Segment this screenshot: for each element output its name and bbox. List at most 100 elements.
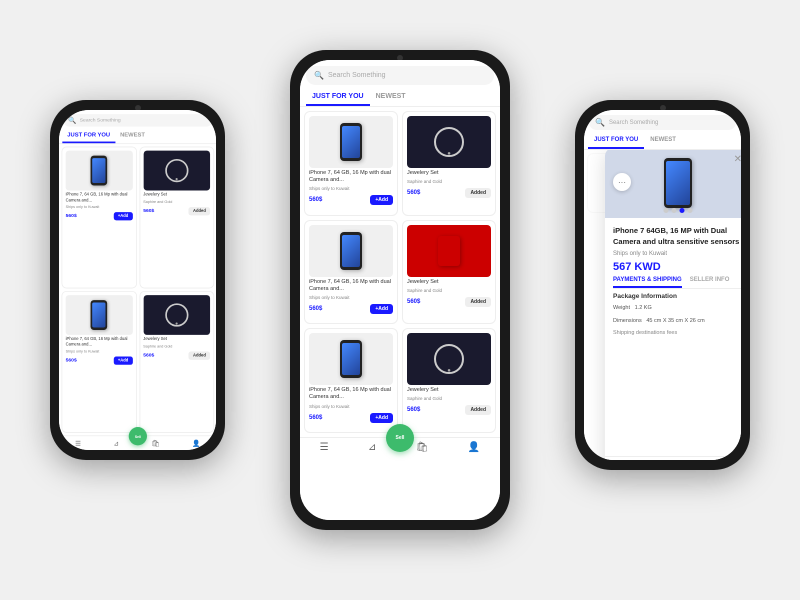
- tab-newest-right[interactable]: NEWEST: [644, 133, 682, 149]
- tab-just-for-you[interactable]: JUST FOR YOU: [306, 89, 370, 106]
- product-price: 560$: [407, 407, 420, 413]
- detail-ships: Ships only to Kuwait: [613, 251, 741, 257]
- dot-1[interactable]: [663, 208, 668, 213]
- tab-just-for-you-right[interactable]: JUST FOR YOU: [588, 133, 644, 149]
- product-name: iPhone 7, 64 GB, 16 Mp with dual Camera …: [309, 170, 393, 184]
- product-ships: Ships only to Kuwait: [66, 205, 133, 209]
- product-image: [309, 225, 393, 277]
- product-price: 560$: [309, 197, 322, 203]
- more-options-button[interactable]: ···: [613, 173, 631, 191]
- product-image: [407, 116, 491, 168]
- menu-icon[interactable]: ☰: [75, 440, 81, 447]
- add-button[interactable]: +Add: [370, 304, 393, 314]
- product-price: 560$: [309, 415, 322, 421]
- product-card-2[interactable]: Jewelery Set Saphire and Gold 560$ Added: [402, 111, 496, 216]
- tab-newest-left[interactable]: NEWEST: [115, 129, 150, 143]
- product-name: iPhone 7, 64 GB, 16 Mp with dual Camera …: [66, 192, 133, 203]
- bag-icon[interactable]: 🛍: [416, 442, 429, 453]
- filter-icon[interactable]: ⊿: [368, 442, 376, 453]
- product-card[interactable]: iPhone 7, 64 GB, 16 Mp with dual Camera …: [61, 147, 136, 289]
- package-info-heading: Package Information: [613, 293, 741, 300]
- right-phone: 🔍 Search Something JUST FOR YOU NEWEST: [575, 100, 750, 470]
- left-phone: 🔍 Search Something JUST FOR YOU NEWEST i: [50, 100, 225, 460]
- product-name: Jewelery Set: [407, 387, 491, 394]
- add-button[interactable]: Added: [465, 405, 491, 415]
- package-weight: Weight 1.2 KG: [613, 304, 741, 313]
- scene: 🔍 Search Something JUST FOR YOU NEWEST i: [20, 20, 780, 580]
- tab-just-for-you-left[interactable]: JUST FOR YOU: [62, 129, 115, 143]
- product-image: [407, 333, 491, 385]
- detail-price: 567 KWD: [613, 261, 741, 273]
- product-image: [143, 151, 210, 191]
- profile-icon[interactable]: 👤: [192, 440, 200, 447]
- product-price: 560$: [407, 190, 420, 196]
- center-phone: 🔍 Search Something JUST FOR YOU NEWEST i…: [290, 50, 510, 530]
- add-button[interactable]: Added: [189, 207, 210, 215]
- product-name: Jewelery Set: [143, 337, 210, 342]
- sell-label: Sell: [135, 434, 141, 438]
- profile-icon[interactable]: 👤: [468, 442, 480, 453]
- product-image: [66, 151, 133, 191]
- product-card[interactable]: Jewelery Set Saphire and Gold 560$ Added: [139, 291, 214, 433]
- product-ships: Ships only to Kuwait: [309, 186, 393, 191]
- product-price: 560$: [66, 214, 77, 219]
- tab-newest[interactable]: NEWEST: [370, 89, 412, 106]
- menu-icon[interactable]: ☰: [320, 442, 329, 453]
- seller-info-tab[interactable]: SELLER INFO: [690, 277, 730, 288]
- product-card-5[interactable]: iPhone 7, 64 GB, 16 Mp with dual Camera …: [304, 328, 398, 433]
- product-price: 560$: [309, 306, 322, 312]
- add-button[interactable]: +Add: [370, 195, 393, 205]
- add-button[interactable]: +Add: [114, 357, 133, 365]
- dot-2[interactable]: [671, 208, 676, 213]
- product-name: Jewelery Set: [143, 192, 210, 197]
- add-button[interactable]: +Add: [370, 413, 393, 423]
- dot-4[interactable]: [687, 208, 692, 213]
- product-card-4[interactable]: Jewelery Set Saphire and Gold 560$ Added: [402, 220, 496, 325]
- product-card-6[interactable]: Jewelery Set Saphire and Gold 560$ Added: [402, 328, 496, 433]
- product-name: Jewelery Set: [407, 279, 491, 286]
- payments-shipping-tab[interactable]: PAYMENTS & SHIPPING: [613, 277, 682, 288]
- add-button[interactable]: +Add: [114, 212, 133, 220]
- detail-image-area: ···: [605, 150, 741, 218]
- product-card-3[interactable]: iPhone 7, 64 GB, 16 Mp with dual Camera …: [304, 220, 398, 325]
- product-sub: Saphire and Gold: [143, 344, 210, 348]
- product-sub: Saphire and Gold: [143, 199, 210, 203]
- add-button[interactable]: Added: [465, 297, 491, 307]
- product-ships: Ships only to Kuwait: [309, 404, 393, 409]
- product-card-1[interactable]: iPhone 7, 64 GB, 16 Mp with dual Camera …: [304, 111, 398, 216]
- search-icon: 🔍: [595, 118, 605, 127]
- add-button[interactable]: Added: [465, 188, 491, 198]
- product-image: [309, 116, 393, 168]
- dimensions-label: Dimensions: [613, 318, 642, 324]
- detail-title: iPhone 7 64GB, 16 MP with Dual Camera an…: [613, 226, 741, 247]
- product-card[interactable]: Jewelery Set Saphire and Gold 560$ Added: [139, 147, 214, 289]
- product-name: iPhone 7, 64 GB, 16 Mp with dual Camera …: [309, 387, 393, 401]
- product-name: iPhone 7, 64 GB, 16 Mp with dual Camera …: [66, 337, 133, 348]
- sell-button[interactable]: Sell: [386, 424, 414, 452]
- product-price: 560$: [143, 208, 154, 213]
- add-button[interactable]: Added: [189, 351, 210, 359]
- search-icon: 🔍: [68, 117, 76, 124]
- product-image: [143, 295, 210, 335]
- product-card[interactable]: iPhone 7, 64 GB, 16 Mp with dual Camera …: [61, 291, 136, 433]
- weight-value: 1.2 KG: [635, 305, 652, 311]
- product-sub: Saphire and Gold: [407, 288, 491, 293]
- filter-icon[interactable]: ⊿: [114, 440, 120, 447]
- dot-3[interactable]: [679, 208, 684, 213]
- product-sub: Saphire and Gold: [407, 396, 491, 401]
- product-name: iPhone 7, 64 GB, 16 Mp with dual Camera …: [309, 279, 393, 293]
- dimensions-value: 45 cm X 35 cm X 26 cm: [646, 318, 704, 324]
- weight-label: Weight: [613, 305, 630, 311]
- product-price: 560$: [66, 358, 77, 363]
- bag-icon[interactable]: 🛍: [151, 440, 159, 447]
- package-dimensions: Dimensions 45 cm X 35 cm X 26 cm: [613, 317, 741, 326]
- product-sub: Saphire and Gold: [407, 179, 491, 184]
- close-icon[interactable]: ✕: [734, 154, 741, 165]
- search-placeholder-right: Search Something: [609, 120, 658, 126]
- product-image: [66, 295, 133, 335]
- search-placeholder-left: Search Something: [80, 118, 121, 123]
- search-placeholder-center: Search Something: [328, 72, 386, 79]
- sell-button[interactable]: Sell: [129, 427, 147, 445]
- detail-action-row: Buy Now Add to Cart: [605, 456, 741, 460]
- product-price: 560$: [407, 299, 420, 305]
